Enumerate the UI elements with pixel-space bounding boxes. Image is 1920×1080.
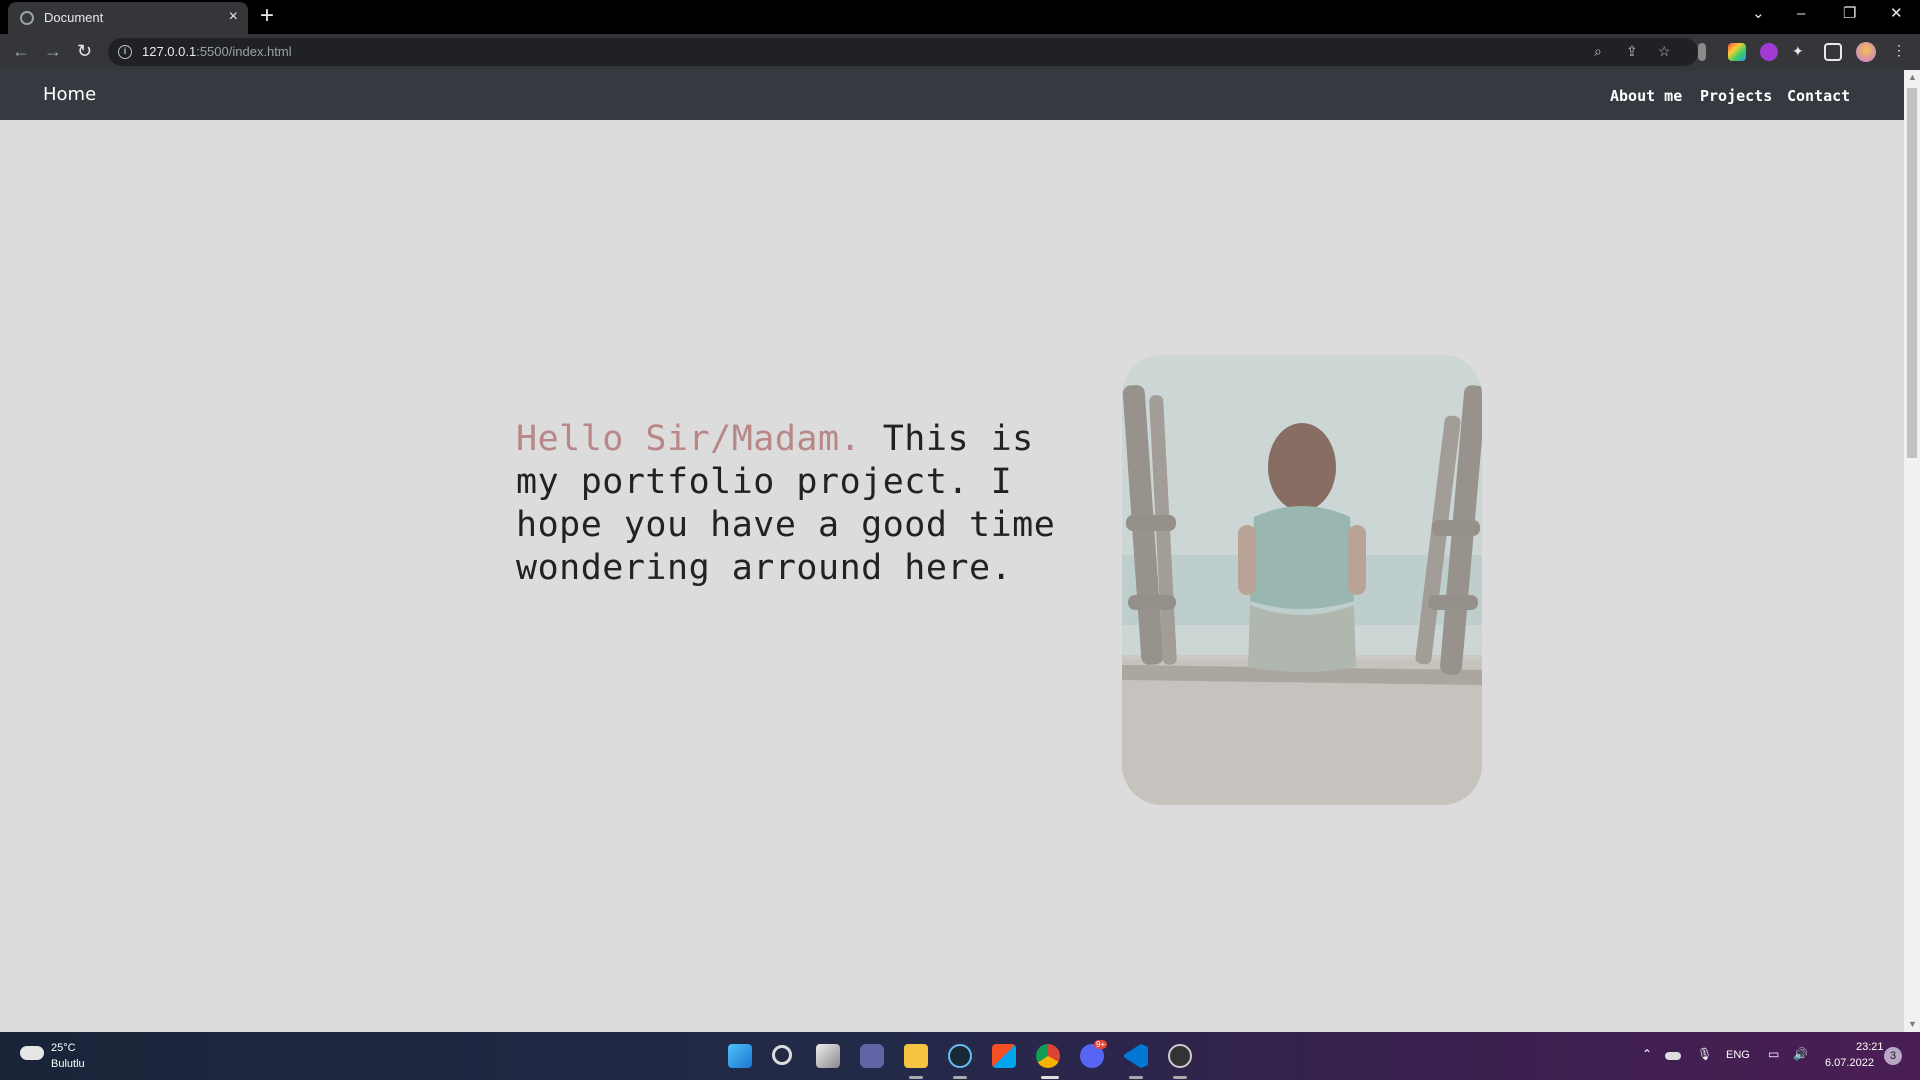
clock-date[interactable]: 6.07.2022: [1825, 1057, 1874, 1069]
network-icon[interactable]: ▭: [1768, 1047, 1779, 1061]
cloud-icon: [20, 1046, 44, 1060]
obs-active-indicator: [1173, 1076, 1187, 1079]
zoom-icon[interactable]: ⌕: [1594, 43, 1602, 60]
hero-greeting: Hello Sir/Madam.: [516, 419, 862, 459]
side-panel-icon[interactable]: [1824, 43, 1842, 61]
hero-intro-text: Hello Sir/Madam. This is my portfolio pr…: [516, 418, 1056, 590]
teams-chat-icon[interactable]: [860, 1044, 884, 1068]
menu-kebab-icon[interactable]: ⋮: [1892, 42, 1906, 59]
reload-icon[interactable]: ↻: [77, 41, 92, 61]
new-tab-button[interactable]: +: [260, 3, 274, 29]
purple-extension-icon[interactable]: [1760, 43, 1778, 61]
extension-icon[interactable]: [1698, 43, 1706, 61]
windows-taskbar: 25°C Bulutlu 9+ ⌃ 🎙 ENG ▭ 🔊 23:21 6.07.2…: [0, 1032, 1920, 1080]
weather-temperature: 25°C: [51, 1042, 76, 1054]
vscode-icon[interactable]: [1124, 1044, 1148, 1068]
browser-tab[interactable]: Document ×: [8, 2, 248, 34]
discord-badge: 9+: [1094, 1040, 1108, 1049]
profile-avatar[interactable]: [1856, 42, 1876, 62]
store-icon[interactable]: [992, 1044, 1016, 1068]
tab-search-icon[interactable]: ⌄: [1752, 5, 1765, 23]
back-arrow-icon[interactable]: ←: [12, 41, 30, 61]
forward-arrow-icon[interactable]: →: [44, 41, 62, 61]
search-icon[interactable]: [772, 1045, 792, 1065]
scroll-up-arrow-icon[interactable]: ▲: [1908, 72, 1917, 82]
steam-icon[interactable]: [948, 1044, 972, 1068]
nav-link-about-me[interactable]: About me: [1610, 87, 1682, 105]
close-window-button[interactable]: ✕: [1890, 5, 1903, 23]
url-text[interactable]: 127.0.0.1:5500/index.html: [142, 44, 292, 59]
page-scrollbar[interactable]: ▲ ▼: [1904, 70, 1920, 1032]
color-extension-icon[interactable]: [1728, 43, 1746, 61]
scroll-down-arrow-icon[interactable]: ▼: [1908, 1019, 1917, 1029]
chrome-icon[interactable]: [1036, 1044, 1060, 1068]
nav-link-contact[interactable]: Contact: [1787, 87, 1850, 105]
weather-condition: Bulutlu: [51, 1058, 85, 1070]
bookmark-star-icon[interactable]: ☆: [1658, 43, 1671, 60]
notification-count-badge[interactable]: 3: [1884, 1047, 1902, 1065]
minimize-button[interactable]: –: [1797, 5, 1805, 23]
onedrive-cloud-icon[interactable]: [1665, 1052, 1681, 1060]
steam-active-indicator: [953, 1076, 967, 1079]
person-on-pier-illustration: [1122, 355, 1482, 805]
vscode-active-indicator: [1129, 1076, 1143, 1079]
obs-icon[interactable]: [1168, 1044, 1192, 1068]
tray-chevron-up-icon[interactable]: ⌃: [1642, 1047, 1652, 1061]
restore-button[interactable]: ❐: [1843, 5, 1856, 23]
site-info-icon[interactable]: i: [118, 45, 132, 59]
puzzle-extensions-icon[interactable]: ✦: [1792, 43, 1804, 60]
volume-icon[interactable]: 🔊: [1793, 1047, 1808, 1061]
task-view-icon[interactable]: [816, 1044, 840, 1068]
portfolio-photo: [1122, 355, 1482, 805]
close-tab-icon[interactable]: ×: [229, 8, 238, 26]
language-indicator[interactable]: ENG: [1726, 1049, 1750, 1061]
share-icon[interactable]: ⇪: [1626, 43, 1638, 60]
microphone-icon[interactable]: 🎙: [1697, 1047, 1712, 1061]
chrome-active-indicator: [1041, 1076, 1059, 1079]
site-navbar: Home About me Projects Contact: [0, 70, 1904, 120]
scroll-thumb[interactable]: [1907, 88, 1917, 458]
tab-title: Document: [44, 10, 104, 25]
home-link[interactable]: Home: [43, 84, 96, 105]
clock-time[interactable]: 23:21: [1856, 1041, 1884, 1053]
nav-link-projects[interactable]: Projects: [1700, 87, 1772, 105]
file-explorer-icon[interactable]: [904, 1044, 928, 1068]
file-explorer-active-indicator: [909, 1076, 923, 1079]
web-page: Home About me Projects Contact Hello Sir…: [0, 70, 1904, 1032]
globe-icon: [20, 11, 34, 25]
browser-toolbar: ← → ↻ i 127.0.0.1:5500/index.html ⌕ ⇪ ☆ …: [0, 34, 1920, 70]
browser-tab-strip: Document × + ⌄ – ❐ ✕: [0, 0, 1920, 34]
address-bar[interactable]: i 127.0.0.1:5500/index.html ⌕ ⇪ ☆: [108, 38, 1698, 66]
windows-start-icon[interactable]: [728, 1044, 752, 1068]
